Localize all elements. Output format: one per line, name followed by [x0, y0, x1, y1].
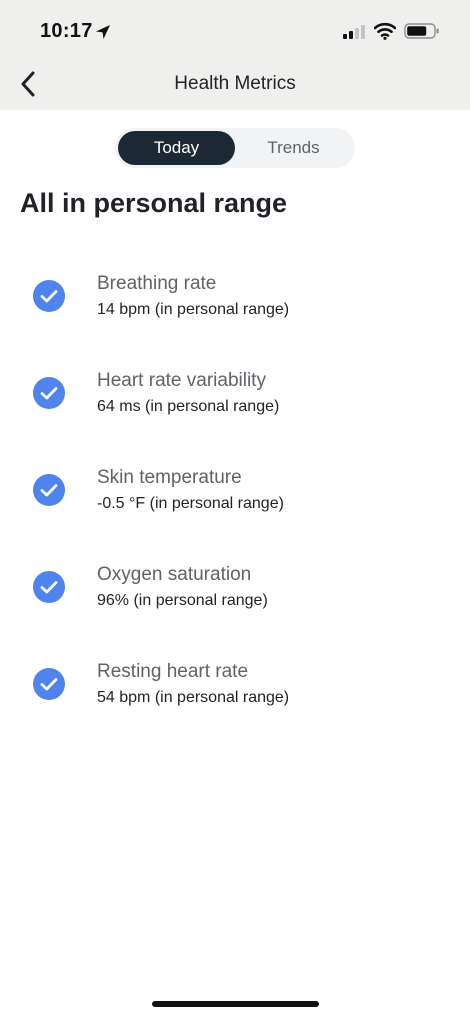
status-time: 10:17	[40, 20, 93, 42]
tab-trends[interactable]: Trends	[235, 131, 352, 165]
metric-value: 64 ms (in personal range)	[97, 398, 280, 415]
metric-name: Resting heart rate	[97, 661, 249, 682]
top-area: 10:17 Health Metrics	[0, 0, 470, 110]
home-indicator	[152, 1001, 319, 1007]
checkmark-circle-icon	[33, 571, 65, 603]
battery-icon	[404, 23, 439, 39]
status-bar: 10:17	[0, 0, 470, 60]
tab-switcher: Today Trends	[115, 128, 355, 168]
location-arrow-icon	[96, 25, 110, 39]
list-item[interactable]: Skin temperature -0.5 °F (in personal ra…	[0, 456, 470, 536]
checkmark-circle-icon	[33, 377, 65, 409]
metric-name: Oxygen saturation	[97, 564, 252, 585]
metric-name: Skin temperature	[97, 467, 242, 488]
metric-value: 96% (in personal range)	[97, 592, 268, 609]
list-item[interactable]: Breathing rate 14 bpm (in personal range…	[0, 262, 470, 342]
tab-today[interactable]: Today	[118, 131, 235, 165]
checkmark-circle-icon	[33, 280, 65, 312]
summary-heading: All in personal range	[20, 188, 288, 218]
list-item[interactable]: Resting heart rate 54 bpm (in personal r…	[0, 650, 470, 730]
navigation-bar: Health Metrics	[0, 60, 470, 110]
metric-value: 14 bpm (in personal range)	[97, 301, 290, 318]
checkmark-circle-icon	[33, 668, 65, 700]
page-title: Health Metrics	[174, 73, 296, 94]
metric-value: 54 bpm (in personal range)	[97, 689, 290, 706]
metric-name: Heart rate variability	[97, 370, 266, 391]
checkmark-circle-icon	[33, 474, 65, 506]
list-item[interactable]: Heart rate variability 64 ms (in persona…	[0, 359, 470, 439]
metric-name: Breathing rate	[97, 273, 217, 294]
wifi-icon	[374, 22, 396, 40]
cellular-signal-icon	[343, 25, 365, 39]
metric-value: -0.5 °F (in personal range)	[97, 495, 284, 512]
list-item[interactable]: Oxygen saturation 96% (in personal range…	[0, 553, 470, 633]
